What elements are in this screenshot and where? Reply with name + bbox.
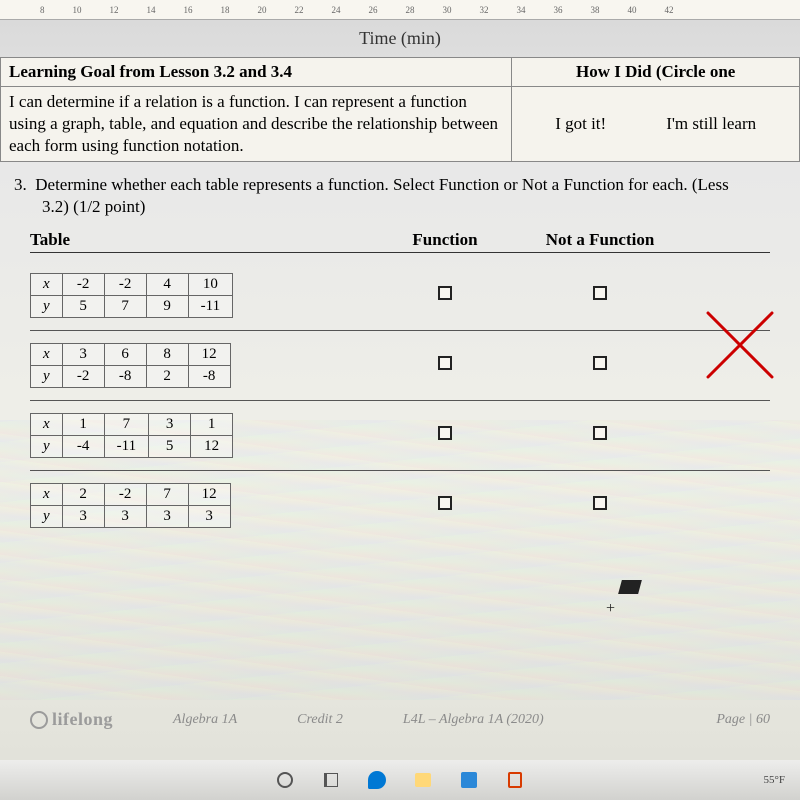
- checkbox-notfunction-4[interactable]: [593, 496, 607, 510]
- table-row: x36812 y-2-82-8: [30, 331, 770, 401]
- checkbox-notfunction-3[interactable]: [593, 426, 607, 440]
- goal-header-right: How I Did (Circle one: [512, 58, 800, 87]
- table-row: x2-2712 y3333: [30, 471, 770, 540]
- question-3: 3. Determine whether each table represen…: [0, 162, 800, 230]
- checkbox-notfunction-1[interactable]: [593, 286, 607, 300]
- table-row: x-2-2410 y579-11: [30, 261, 770, 331]
- checkbox-function-1[interactable]: [438, 286, 452, 300]
- checkbox-function-2[interactable]: [438, 356, 452, 370]
- footer-code: L4L – Algebra 1A (2020): [403, 712, 544, 728]
- brand-name: lifelong: [52, 709, 113, 730]
- table-row: x1731 y-4-11512: [30, 401, 770, 471]
- store-icon[interactable]: [458, 769, 480, 791]
- col-header-function: Function: [370, 230, 520, 250]
- col-header-notfunction: Not a Function: [520, 230, 680, 250]
- brand-icon: [30, 711, 48, 729]
- goal-body: I can determine if a relation is a funct…: [1, 87, 512, 162]
- checkbox-function-4[interactable]: [438, 496, 452, 510]
- checkbox-function-3[interactable]: [438, 426, 452, 440]
- learning-goal-table: Learning Goal from Lesson 3.2 and 3.4 Ho…: [0, 57, 800, 162]
- footer-credit: Credit 2: [297, 712, 343, 728]
- office-icon[interactable]: [504, 769, 526, 791]
- data-table-4: x2-2712 y3333: [30, 483, 231, 528]
- footer-course: Algebra 1A: [173, 712, 237, 728]
- task-view-icon[interactable]: [320, 769, 342, 791]
- plus-icon[interactable]: +: [606, 600, 615, 618]
- footer-page: Page | 60: [716, 712, 770, 728]
- checkbox-notfunction-2[interactable]: [593, 356, 607, 370]
- grading-x-mark: [700, 305, 780, 385]
- col-header-table: Table: [30, 230, 370, 250]
- windows-taskbar[interactable]: 55°F: [0, 760, 800, 800]
- data-table-2: x36812 y-2-82-8: [30, 343, 231, 388]
- worksheet: Table Function Not a Function x-2-2410 y…: [0, 230, 800, 540]
- data-table-3: x1731 y-4-11512: [30, 413, 233, 458]
- goal-header-left: Learning Goal from Lesson 3.2 and 3.4: [1, 58, 512, 87]
- data-table-1: x-2-2410 y579-11: [30, 273, 233, 318]
- search-icon[interactable]: [274, 769, 296, 791]
- page-footer: lifelong Algebra 1A Credit 2 L4L – Algeb…: [0, 709, 800, 730]
- goal-options[interactable]: I got it!I'm still learn: [512, 87, 800, 162]
- file-explorer-icon[interactable]: [412, 769, 434, 791]
- edge-icon[interactable]: [366, 769, 388, 791]
- top-ruler: 81012141618202224262830323436384042: [0, 0, 800, 20]
- system-tray-weather[interactable]: 55°F: [763, 774, 785, 786]
- axis-label: Time (min): [0, 20, 800, 57]
- eraser-icon[interactable]: [618, 580, 642, 594]
